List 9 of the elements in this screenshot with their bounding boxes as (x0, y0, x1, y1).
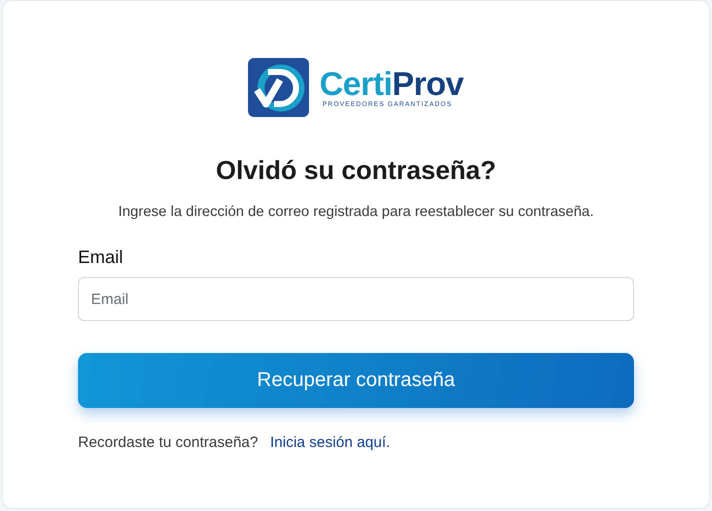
page-title: Olvidó su contraseña? (216, 155, 496, 186)
logo-icon (248, 58, 310, 117)
footer-text: Recordaste tu contraseña? (78, 434, 258, 451)
login-link[interactable]: Inicia sesión aquí. (270, 434, 390, 451)
logo-wordmark: CertiProv (319, 67, 464, 101)
recover-password-button[interactable]: Recuperar contraseña (78, 353, 634, 408)
instructions-text: Ingrese la dirección de correo registrada para reestablecer su contraseña. (118, 204, 594, 220)
email-label: Email (78, 247, 124, 268)
email-field[interactable]: Email (78, 277, 634, 321)
